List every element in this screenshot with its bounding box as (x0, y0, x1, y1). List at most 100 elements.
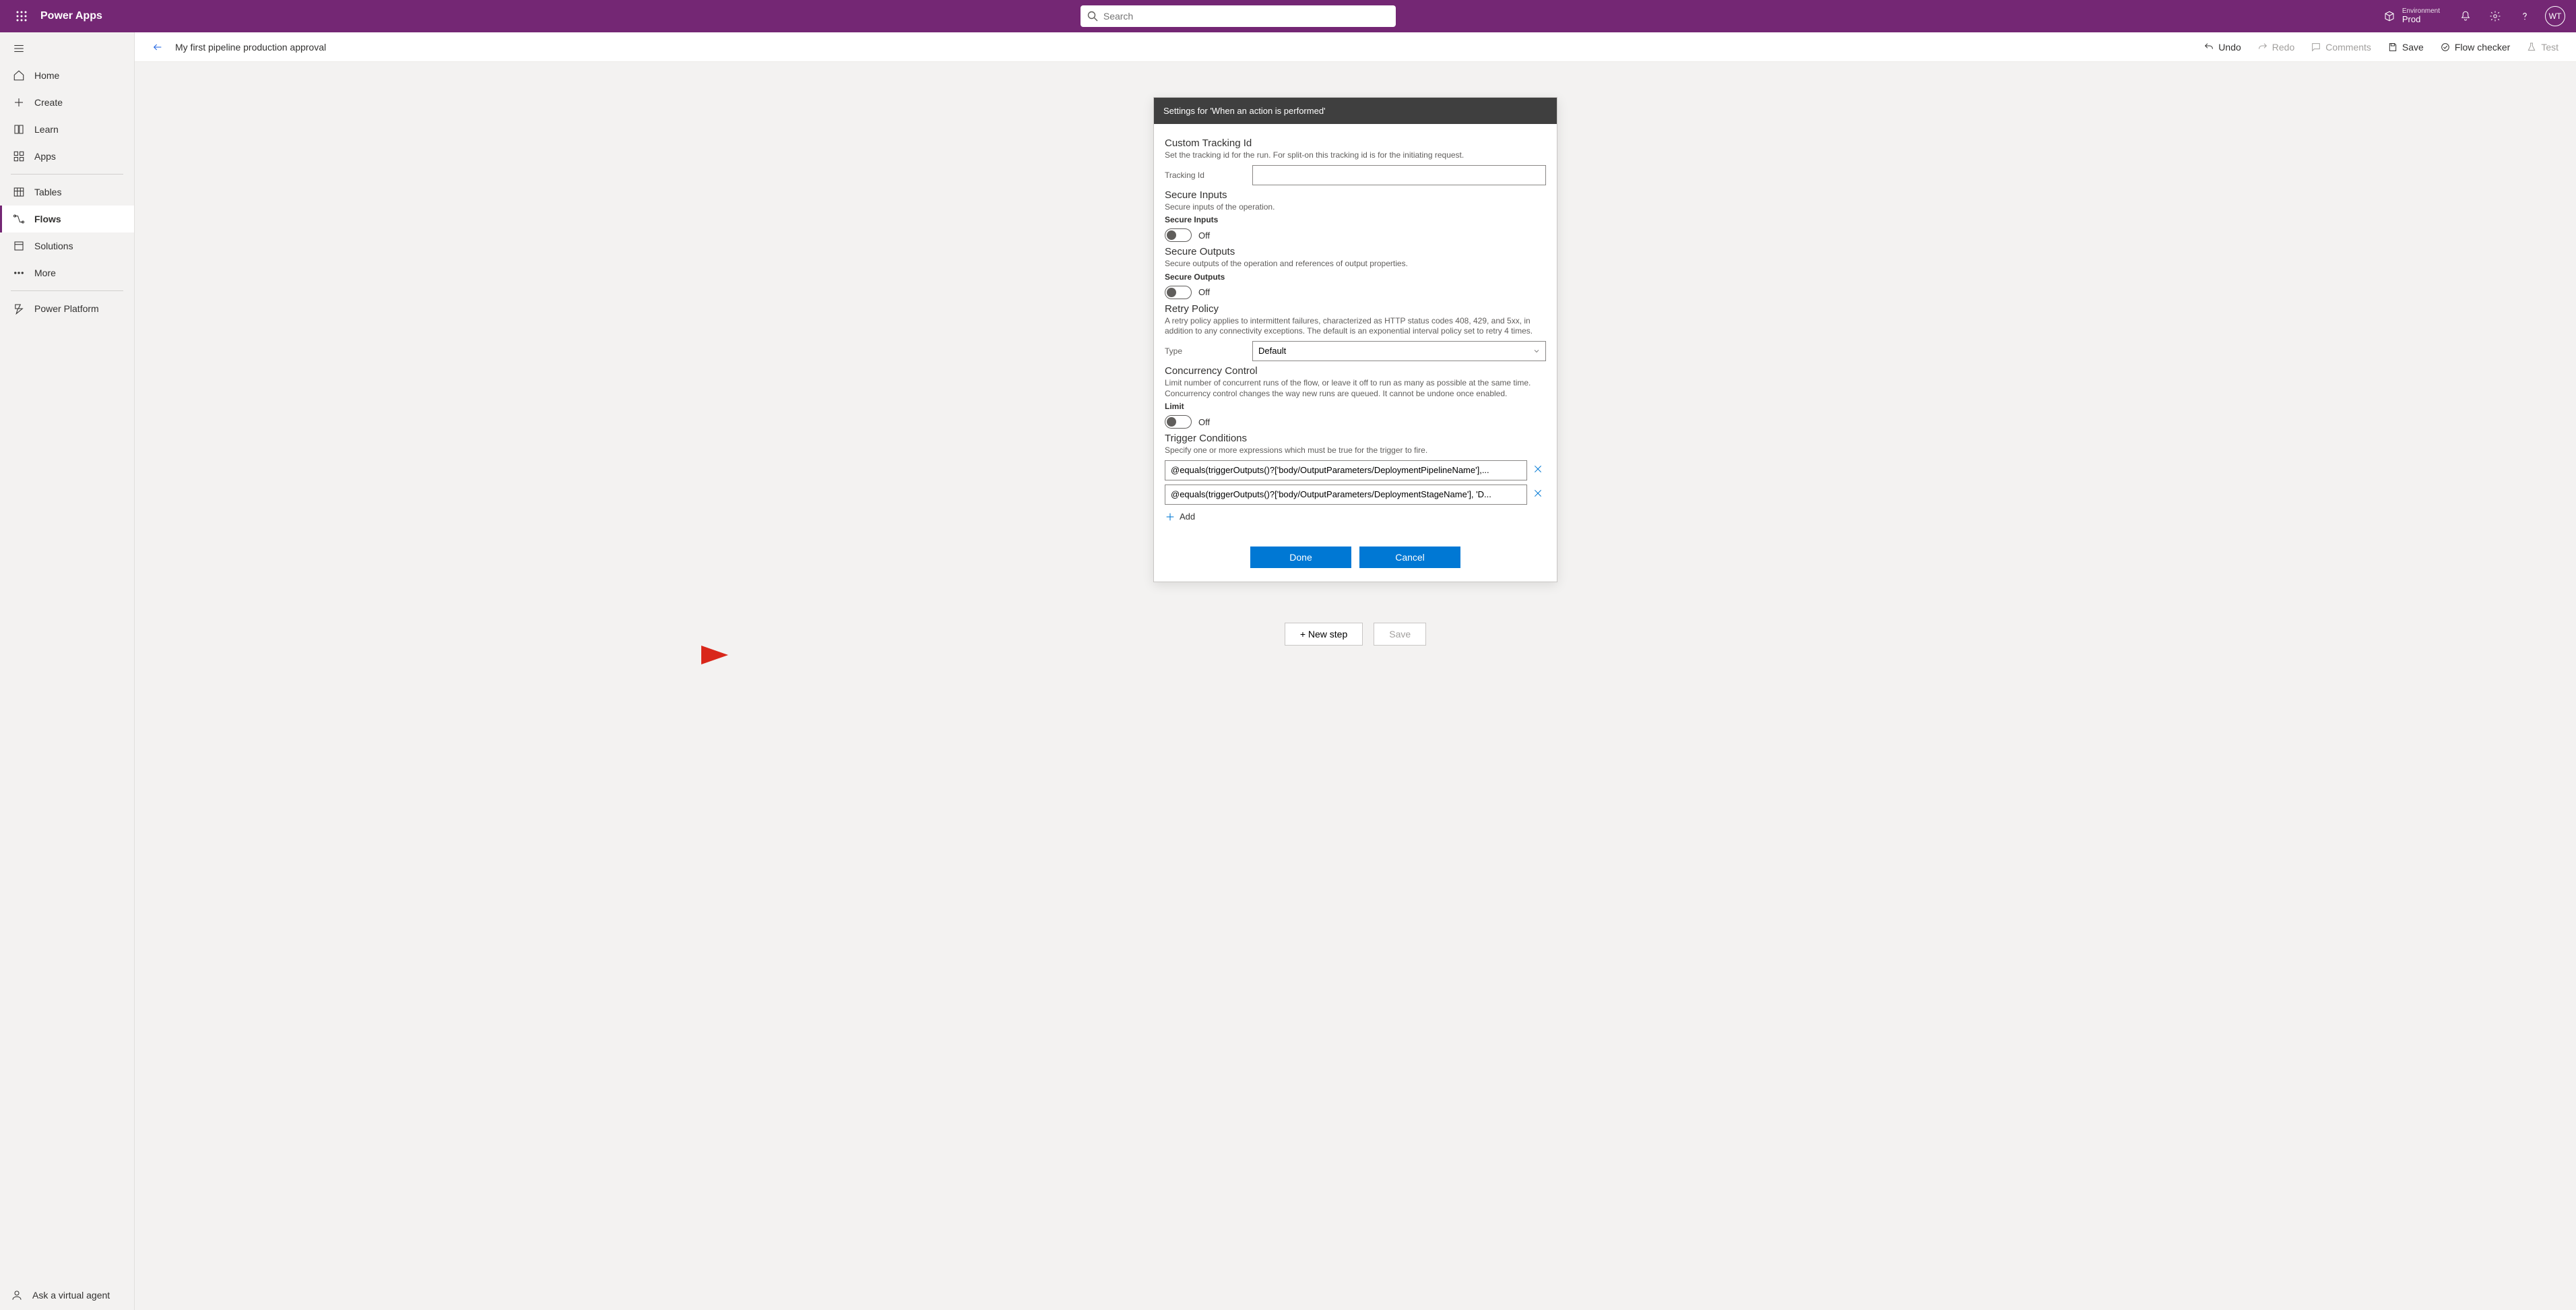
powerplatform-icon (13, 303, 25, 315)
app-header: Power Apps Environment Prod WT (0, 0, 2576, 32)
secure-outputs-title: Secure Outputs (1165, 246, 1546, 257)
plus-icon (1165, 511, 1176, 522)
command-bar: My first pipeline production approval Un… (135, 32, 2576, 62)
sidebar-item-home[interactable]: Home (0, 62, 134, 89)
save-button[interactable]: Save (2381, 35, 2430, 59)
comments-button[interactable]: Comments (2304, 35, 2378, 59)
env-label: Environment (2402, 7, 2440, 15)
close-icon (1533, 488, 1543, 499)
secure-outputs-state: Off (1198, 287, 1210, 297)
annotation-arrow-icon (610, 642, 732, 668)
table-icon (13, 186, 25, 198)
sidebar-item-label: Tables (34, 187, 61, 197)
sidebar-item-tables[interactable]: Tables (0, 179, 134, 206)
flask-icon (2526, 42, 2537, 53)
nav-divider (11, 174, 123, 175)
close-icon (1533, 464, 1543, 474)
trigger-condition-row (1165, 460, 1546, 480)
trigger-condition-input[interactable] (1165, 460, 1527, 480)
flow-icon (13, 213, 25, 225)
settings-card-footer: Done Cancel (1165, 547, 1546, 568)
add-label: Add (1180, 511, 1195, 522)
trigger-condition-add[interactable]: Add (1165, 511, 1546, 522)
sidebar-item-apps[interactable]: Apps (0, 143, 134, 170)
concurrency-title: Concurrency Control (1165, 365, 1546, 377)
tracking-id-input[interactable] (1252, 165, 1546, 185)
retry-type-label: Type (1165, 346, 1252, 356)
concurrency-toggle[interactable] (1165, 415, 1192, 429)
sidebar: Home Create Learn Apps Tables Flows Solu… (0, 32, 135, 1310)
solutions-icon (13, 240, 25, 252)
undo-icon (2203, 42, 2214, 53)
concurrency-sublabel: Limit (1165, 402, 1546, 411)
secure-outputs-sublabel: Secure Outputs (1165, 272, 1546, 282)
back-arrow-icon (152, 42, 163, 53)
retry-type-select[interactable] (1252, 341, 1546, 361)
app-brand: Power Apps (40, 10, 102, 22)
trigger-title: Trigger Conditions (1165, 433, 1546, 444)
trigger-desc: Specify one or more expressions which mu… (1165, 445, 1546, 456)
virtual-agent-button[interactable]: Ask a virtual agent (0, 1280, 134, 1310)
user-avatar[interactable]: WT (2545, 6, 2565, 26)
secure-inputs-toggle[interactable] (1165, 228, 1192, 242)
notifications-button[interactable] (2452, 0, 2479, 32)
search-input[interactable] (1103, 11, 1389, 22)
sidebar-item-label: Power Platform (34, 303, 99, 314)
tracking-desc: Set the tracking id for the run. For spl… (1165, 150, 1546, 161)
trigger-condition-delete[interactable] (1533, 464, 1546, 477)
nav-divider (11, 290, 123, 291)
secure-outputs-toggle[interactable] (1165, 286, 1192, 299)
agent-icon (11, 1289, 23, 1301)
sidebar-item-label: Apps (34, 151, 56, 162)
redo-button[interactable]: Redo (2251, 35, 2301, 59)
sidebar-item-label: Home (34, 70, 59, 81)
undo-button[interactable]: Undo (2197, 35, 2247, 59)
back-button[interactable] (146, 35, 170, 59)
new-step-button[interactable]: + New step (1285, 623, 1363, 646)
more-icon (13, 267, 25, 279)
gear-icon (2489, 10, 2501, 22)
sidebar-item-solutions[interactable]: Solutions (0, 232, 134, 259)
sidebar-item-label: Flows (34, 214, 61, 224)
page-title: My first pipeline production approval (175, 42, 326, 53)
hamburger-icon (13, 42, 25, 55)
secure-inputs-desc: Secure inputs of the operation. (1165, 202, 1546, 213)
test-button[interactable]: Test (2519, 35, 2565, 59)
sidebar-item-label: Solutions (34, 241, 73, 251)
sidebar-hamburger[interactable] (0, 35, 134, 62)
trigger-condition-delete[interactable] (1533, 488, 1546, 501)
help-button[interactable] (2511, 0, 2538, 32)
sidebar-item-create[interactable]: Create (0, 89, 134, 116)
canvas-save-button[interactable]: Save (1374, 623, 1426, 646)
sidebar-item-label: More (34, 268, 56, 278)
settings-button[interactable] (2482, 0, 2509, 32)
virtual-agent-label: Ask a virtual agent (32, 1290, 110, 1301)
settings-card: Settings for 'When an action is performe… (1153, 97, 1557, 582)
sidebar-item-flows[interactable]: Flows (0, 206, 134, 232)
search-box[interactable] (1081, 5, 1396, 27)
apps-icon (13, 150, 25, 162)
trigger-condition-input[interactable] (1165, 485, 1527, 505)
sidebar-item-learn[interactable]: Learn (0, 116, 134, 143)
environment-picker[interactable]: Environment Prod (2374, 0, 2449, 32)
waffle-icon (16, 11, 27, 22)
secure-inputs-title: Secure Inputs (1165, 189, 1546, 201)
retry-title: Retry Policy (1165, 303, 1546, 315)
home-icon (13, 69, 25, 82)
cancel-button[interactable]: Cancel (1359, 547, 1460, 568)
search-icon (1087, 11, 1098, 22)
waffle-button[interactable] (5, 0, 38, 32)
checker-icon (2440, 42, 2451, 53)
comment-icon (2311, 42, 2321, 53)
canvas-footer: + New step Save (1153, 623, 1557, 646)
tracking-title: Custom Tracking Id (1165, 137, 1546, 149)
book-icon (13, 123, 25, 135)
plus-icon (13, 96, 25, 108)
done-button[interactable]: Done (1250, 547, 1351, 568)
bell-icon (2459, 10, 2472, 22)
sidebar-item-more[interactable]: More (0, 259, 134, 286)
retry-desc: A retry policy applies to intermittent f… (1165, 316, 1546, 337)
flow-checker-button[interactable]: Flow checker (2433, 35, 2517, 59)
sidebar-item-power-platform[interactable]: Power Platform (0, 295, 134, 322)
concurrency-desc: Limit number of concurrent runs of the f… (1165, 378, 1546, 399)
